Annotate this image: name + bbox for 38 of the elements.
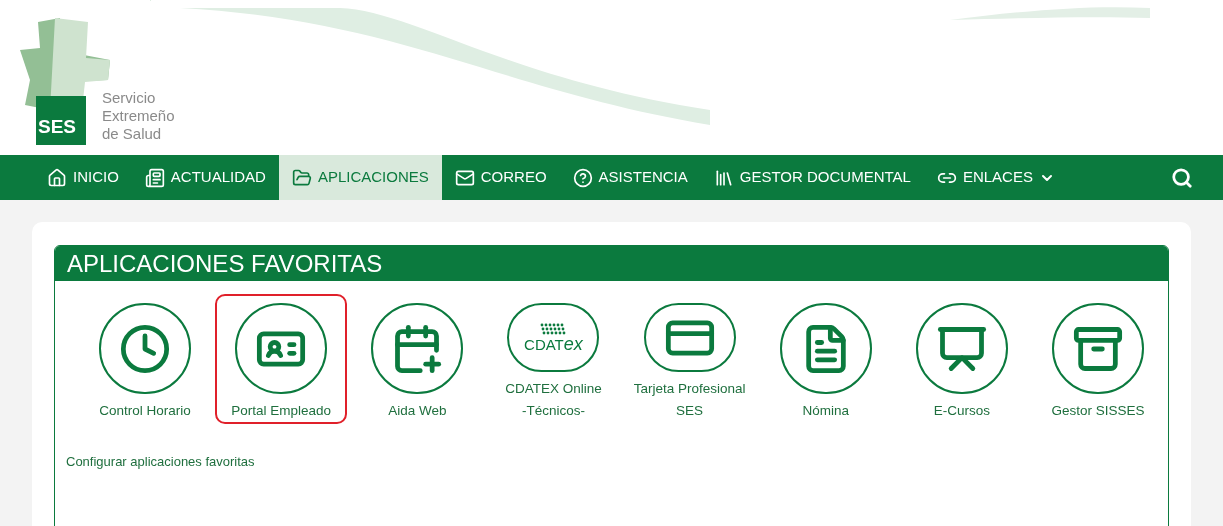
app-label: Aida Web	[388, 402, 447, 420]
logo-text: de Salud	[102, 125, 163, 143]
home-icon	[47, 167, 67, 188]
search-icon	[1171, 166, 1193, 189]
nav-tab[interactable]: INICIO	[34, 155, 132, 200]
logo-badge-text: SES	[38, 114, 77, 139]
nav-tab[interactable]: ENLACES	[923, 155, 1068, 200]
app-tile[interactable]: Portal Empleado	[215, 294, 348, 424]
logo-text: Extremeño	[102, 107, 175, 125]
nav-tab[interactable]: ASISTENCIA	[559, 155, 701, 200]
app-label: Gestor SISSES	[1051, 402, 1145, 420]
logo-text: Servicio	[102, 89, 157, 107]
newspaper-icon	[144, 167, 165, 188]
nav-tab[interactable]: CORREO	[441, 155, 560, 200]
app-tile[interactable]: Tarjeta Profesional SES	[623, 294, 756, 424]
help-icon	[572, 167, 593, 188]
nav-tab[interactable]: ACTUALIDAD	[131, 155, 279, 200]
cdatex-logo: CDATex	[524, 322, 583, 353]
app-tile[interactable]: Aida Web	[351, 294, 484, 424]
nav-tab[interactable]: APLICACIONES	[278, 155, 442, 200]
app-tile[interactable]: CDATex CDATEX Online -Técnicos-	[487, 294, 620, 424]
nav-tab[interactable]: GESTOR DOCUMENTAL	[700, 155, 924, 200]
app-tile[interactable]: Gestor SISSES	[1031, 294, 1164, 424]
app-label: SES	[676, 402, 704, 420]
app-label: Control Horario	[99, 402, 191, 420]
configure-link[interactable]: Configurar aplicaciones favoritas	[66, 452, 1168, 472]
app-label: CDATEX Online	[505, 380, 602, 398]
clock-icon	[119, 322, 172, 375]
app-label: Tarjeta Profesional	[633, 380, 746, 398]
folder-icon	[291, 167, 312, 188]
app-label: Nómina	[802, 402, 849, 420]
app-tile[interactable]: Nómina	[759, 294, 892, 424]
app-label: -Técnicos-	[521, 402, 585, 420]
app-label: Portal Empleado	[231, 402, 332, 420]
app-label: E-Cursos	[933, 402, 990, 420]
panel-title: APLICACIONES FAVORITAS	[55, 246, 1168, 281]
app-tile[interactable]: Control Horario	[79, 294, 212, 424]
app-tile[interactable]: E-Cursos	[895, 294, 1028, 424]
